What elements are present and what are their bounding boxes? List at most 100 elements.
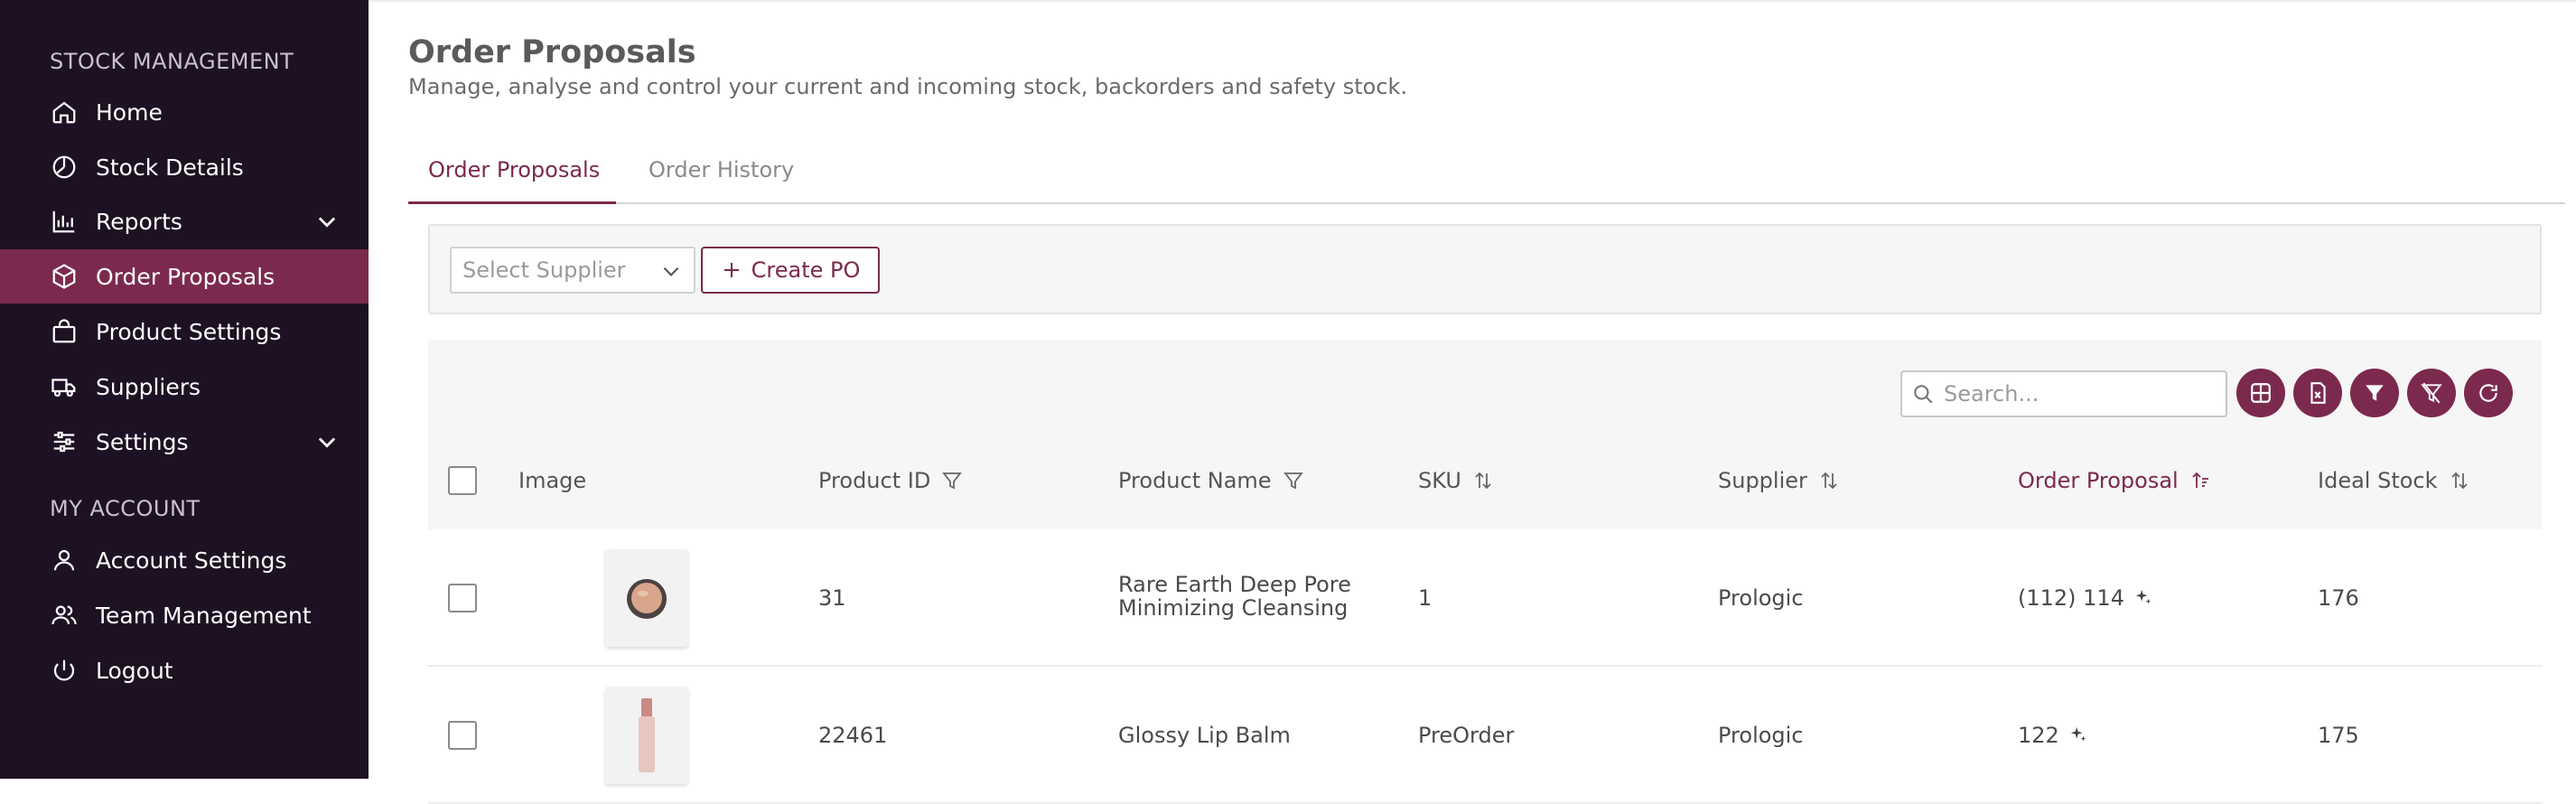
sidebar-item-reports[interactable]: Reports [0, 194, 369, 248]
tab-order-proposals[interactable]: Order Proposals [428, 157, 600, 182]
sidebar-item-settings[interactable]: Settings [0, 415, 369, 469]
sidebar-item-stock-details[interactable]: Stock Details [0, 140, 369, 194]
cell-ideal-stock: 176 [2318, 585, 2359, 611]
page-subtitle: Manage, analyse and control your current… [408, 74, 1408, 99]
shopping-bag-icon [50, 317, 79, 346]
create-po-button[interactable]: Create PO [701, 247, 880, 294]
sort-icon[interactable] [1472, 470, 1494, 491]
table-header: Image Product ID Product Name SKU Suppli… [428, 441, 2542, 522]
search-input[interactable] [1944, 381, 2215, 407]
sidebar-item-logout[interactable]: Logout [0, 643, 369, 697]
column-header-image: Image [518, 468, 587, 493]
active-tab-indicator [408, 201, 616, 204]
cell-product-name: Glossy Lip Balm [1118, 723, 1291, 748]
sliders-icon [50, 427, 79, 456]
column-header-product-id[interactable]: Product ID [818, 468, 963, 493]
chevron-down-icon [659, 259, 683, 283]
cell-product-id: 22461 [818, 723, 888, 748]
select-all-checkbox[interactable] [448, 466, 477, 495]
sidebar-item-product-settings[interactable]: Product Settings [0, 304, 369, 359]
table-row[interactable]: 31 Rare Earth Deep Pore Minimizing Clean… [428, 529, 2542, 667]
product-name-line: Rare Earth Deep Pore [1118, 572, 1351, 597]
create-po-label: Create PO [751, 257, 861, 283]
plus-icon [721, 259, 742, 281]
refresh-icon[interactable] [2464, 369, 2513, 417]
product-name-line: Minimizing Cleansing [1118, 595, 1349, 621]
excel-export-icon[interactable] [2293, 369, 2342, 417]
sort-icon[interactable] [1818, 470, 1840, 491]
row-checkbox[interactable] [448, 721, 477, 750]
sort-icon[interactable] [2449, 470, 2470, 491]
filter-icon[interactable] [2350, 369, 2399, 417]
product-image [605, 687, 688, 784]
chevron-down-icon[interactable] [314, 209, 340, 234]
sidebar-item-suppliers[interactable]: Suppliers [0, 360, 369, 414]
cell-sku: 1 [1418, 585, 1433, 611]
home-icon [50, 98, 79, 126]
column-header-label: SKU [1418, 468, 1461, 493]
order-proposal-value: 122 [2018, 723, 2059, 748]
column-header-product-name[interactable]: Product Name [1118, 468, 1304, 493]
sidebar-item-label: Stock Details [96, 154, 244, 181]
power-icon [50, 656, 79, 685]
sidebar-item-label: Suppliers [96, 373, 201, 400]
column-header-label: Product Name [1118, 468, 1272, 493]
tab-bar: Order Proposals Order History [408, 146, 2565, 204]
sidebar-item-label: Settings [96, 428, 189, 455]
table-row[interactable]: 22461 Glossy Lip Balm PreOrder Prologic … [428, 667, 2542, 804]
row-checkbox[interactable] [448, 584, 477, 612]
sidebar-section-my-account: MY ACCOUNT [50, 496, 201, 521]
sidebar-item-order-proposals[interactable]: Order Proposals [0, 249, 369, 304]
column-header-label: Product ID [818, 468, 931, 493]
cell-order-proposal: 122 [2018, 723, 2088, 748]
filter-icon[interactable] [941, 470, 963, 491]
cell-supplier: Prologic [1718, 723, 1804, 748]
supplier-select[interactable]: Select Supplier [450, 247, 695, 294]
clear-filter-icon[interactable] [2407, 369, 2456, 417]
sidebar-item-team-management[interactable]: Team Management [0, 588, 369, 642]
chevron-down-icon[interactable] [314, 429, 340, 454]
bar-chart-icon [50, 207, 79, 236]
sidebar-item-label: Reports [96, 208, 182, 235]
sparkle-icon [2133, 588, 2153, 608]
sparkle-icon [2068, 725, 2088, 745]
column-header-sku[interactable]: SKU [1418, 468, 1494, 493]
sort-ascending-icon[interactable] [2189, 470, 2211, 491]
grid-icon[interactable] [2236, 369, 2285, 417]
cell-product-id: 31 [818, 585, 846, 611]
main-content: Order Proposals Manage, analyse and cont… [369, 0, 2576, 804]
order-proposal-value: (112) 114 [2018, 585, 2124, 611]
table-search [1900, 370, 2227, 417]
order-toolbar: Select Supplier Create PO [428, 224, 2542, 314]
truck-icon [50, 372, 79, 401]
tab-order-history[interactable]: Order History [649, 157, 794, 182]
sidebar-item-label: Logout [96, 657, 173, 684]
product-image [605, 549, 688, 647]
filter-icon[interactable] [1283, 470, 1304, 491]
user-icon [50, 546, 79, 575]
sidebar-item-label: Home [96, 98, 163, 126]
cell-order-proposal: (112) 114 [2018, 585, 2153, 611]
users-icon [50, 601, 79, 630]
order-proposals-table: Image Product ID Product Name SKU [428, 340, 2542, 804]
sidebar-item-label: Order Proposals [96, 263, 275, 290]
cell-product-name: Rare Earth Deep Pore Minimizing Cleansin… [1118, 573, 1351, 620]
sidebar-item-account-settings[interactable]: Account Settings [0, 533, 369, 587]
sidebar-item-label: Product Settings [96, 318, 282, 345]
sidebar-item-home[interactable]: Home [0, 85, 369, 139]
sidebar: STOCK MANAGEMENT Home Stock Details Repo… [0, 0, 369, 779]
box-icon [50, 262, 79, 291]
cell-sku: PreOrder [1418, 723, 1515, 748]
page-title: Order Proposals [408, 34, 696, 70]
column-header-order-proposal[interactable]: Order Proposal [2018, 468, 2211, 493]
clock-chart-icon [50, 153, 79, 182]
column-header-label: Ideal Stock [2318, 468, 2438, 493]
sidebar-section-stock-management: STOCK MANAGEMENT [50, 49, 294, 74]
column-header-ideal-stock[interactable]: Ideal Stock [2318, 468, 2470, 493]
supplier-select-placeholder: Select Supplier [462, 257, 626, 283]
column-header-supplier[interactable]: Supplier [1718, 468, 1840, 493]
sidebar-item-label: Account Settings [96, 547, 287, 574]
cell-supplier: Prologic [1718, 585, 1804, 611]
search-icon [1911, 382, 1935, 406]
cell-ideal-stock: 175 [2318, 723, 2359, 748]
